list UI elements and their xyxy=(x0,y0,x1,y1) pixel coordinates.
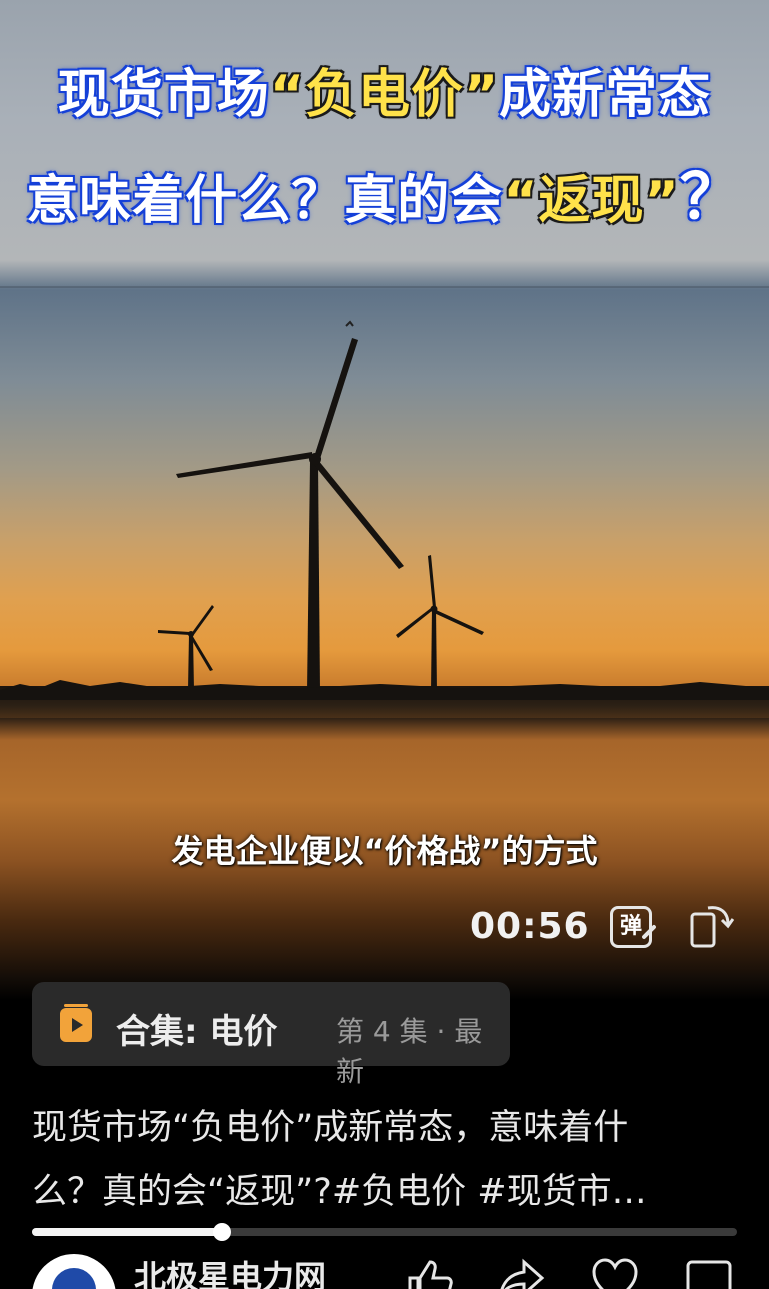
video-timestamp: 00:56 xyxy=(470,906,590,947)
description-line-1: 现货市场“负电价”成新常态，意味着什 xyxy=(32,1108,629,1148)
author-name[interactable]: 北极星电力网 xyxy=(134,1252,326,1289)
like-button[interactable] xyxy=(404,1256,454,1289)
thumbs-up-icon xyxy=(408,1260,453,1289)
progress-fill xyxy=(32,1228,222,1236)
danmaku-button[interactable]: 弹 xyxy=(608,904,658,950)
comment-icon xyxy=(686,1260,732,1289)
comment-button[interactable] xyxy=(684,1256,734,1289)
video-description[interactable]: 现货市场“负电价”成新常态，意味着什 么？真的会“返现”?#负电价 #现货市… xyxy=(32,1096,737,1224)
rotate-screen-button[interactable] xyxy=(688,902,735,950)
collection-play-icon xyxy=(60,1004,92,1042)
collection-episode: 第 4 集 · 最新 xyxy=(336,1015,483,1088)
heart-icon xyxy=(592,1258,638,1289)
description-line-2: 么？真的会“返现”?#负电价 #现货市… xyxy=(32,1172,647,1212)
favorite-button[interactable] xyxy=(590,1256,640,1289)
danmaku-icon: 弹 xyxy=(610,906,652,948)
share-icon xyxy=(500,1258,545,1289)
progress-knob[interactable] xyxy=(213,1223,231,1241)
author-row: 北极星电力网 xyxy=(0,1248,769,1289)
collection-card[interactable]: 合集: 电价 第 4 集 · 最新 xyxy=(32,982,510,1088)
avatar-logo xyxy=(52,1268,96,1289)
playback-progress-bar[interactable] xyxy=(32,1223,737,1241)
collection-label: 合集: 电价 xyxy=(116,1012,278,1052)
rotate-screen-icon xyxy=(690,906,735,948)
share-button[interactable] xyxy=(496,1256,546,1289)
video-subtitle: 发电企业便以“价格战”的方式 xyxy=(171,832,598,870)
avatar[interactable] xyxy=(32,1254,116,1289)
video-player[interactable]: 现货市场“负电价”成新常态 意味着什么？真的会“返现”？ 发电企业便以“价格战”… xyxy=(0,0,769,1000)
